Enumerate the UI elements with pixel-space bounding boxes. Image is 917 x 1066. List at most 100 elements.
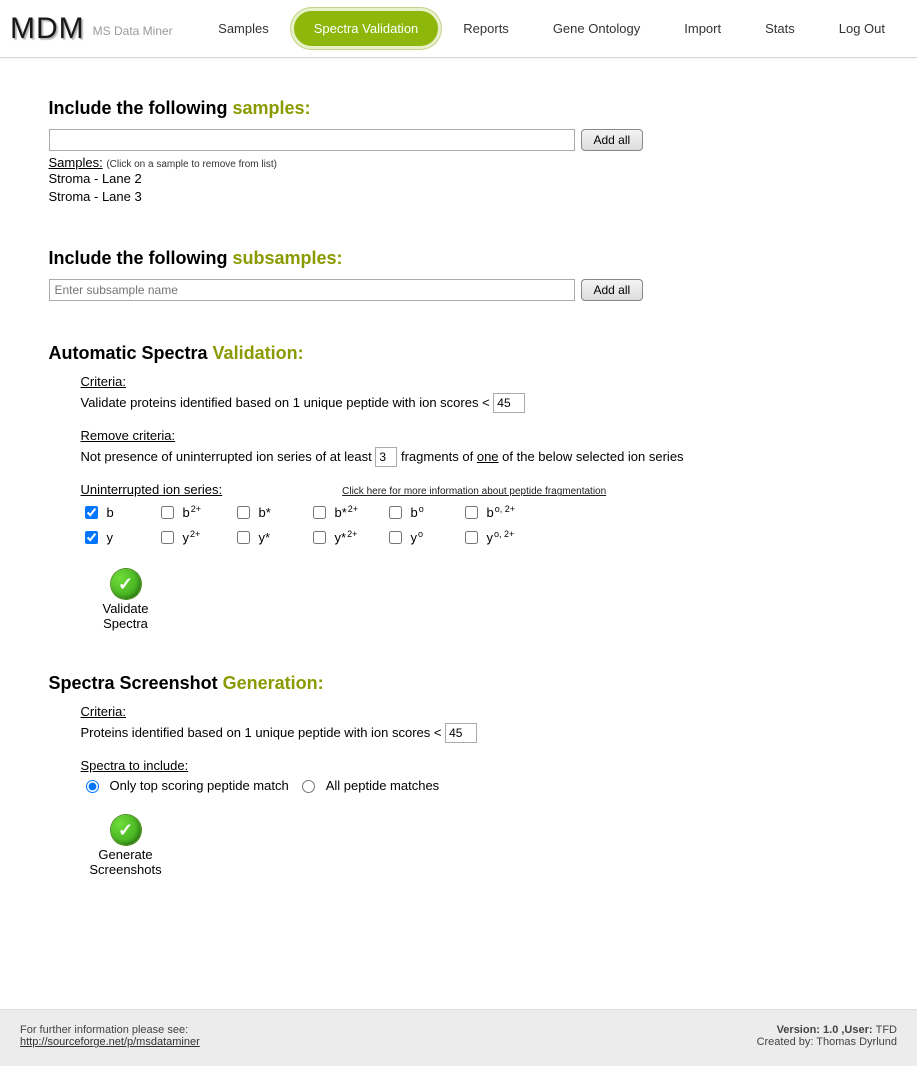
screenshot-ion-score-input[interactable] (445, 723, 477, 743)
criteria-header: Criteria: (81, 374, 127, 389)
ion-checkbox[interactable] (389, 506, 402, 519)
ion-checkbox[interactable] (465, 531, 478, 544)
ion-item-bo2[interactable]: bo, 2+ (461, 503, 511, 522)
footer: For further information please see: http… (0, 1009, 917, 1066)
add-all-subsamples-button[interactable]: Add all (581, 279, 644, 301)
spectra-include-radios: Only top scoring peptide match All pepti… (81, 777, 869, 793)
ion-item-y*2[interactable]: y*2+ (309, 528, 359, 547)
sample-item[interactable]: Stroma - Lane 3 (49, 188, 869, 206)
ion-checkbox[interactable] (313, 506, 326, 519)
ion-label: y* (259, 530, 271, 545)
ion-item-b[interactable]: b (81, 503, 131, 522)
footer-info-link[interactable]: http://sourceforge.net/p/msdataminer (20, 1036, 200, 1048)
app-subtitle: MS Data Miner (93, 24, 173, 38)
ion-item-y[interactable]: y (81, 528, 131, 547)
ion-item-y*[interactable]: y* (233, 528, 283, 547)
validate-label: Validate Spectra (81, 601, 171, 631)
ion-label: b (107, 505, 114, 520)
ion-checkbox[interactable] (465, 506, 478, 519)
ion-checkbox[interactable] (161, 531, 174, 544)
remove-fragments-input[interactable] (375, 447, 397, 467)
generate-label: Generate Screenshots (81, 847, 171, 877)
heading-prefix: Automatic Spectra (49, 343, 213, 363)
remove-text-1: Not presence of uninterrupted ion series… (81, 449, 376, 464)
footer-version-label: Version: 1.0 ,User: (777, 1024, 876, 1036)
heading-prefix: Spectra Screenshot (49, 673, 223, 693)
ion-label: y (107, 530, 114, 545)
ion-item-yo2[interactable]: yo, 2+ (461, 528, 511, 547)
ion-label: b2+ (183, 505, 202, 520)
generate-screenshots-button[interactable]: ✓ Generate Screenshots (81, 815, 171, 877)
samples-input[interactable] (49, 129, 575, 151)
check-icon: ✓ (111, 815, 141, 845)
ion-checkbox[interactable] (161, 506, 174, 519)
logo-text: MDM (10, 12, 85, 45)
remove-criteria-header: Remove criteria: (81, 428, 176, 443)
subsamples-heading: Include the following subsamples: (49, 248, 869, 269)
criteria-text: Validate proteins identified based on 1 … (81, 395, 494, 410)
main-nav: SamplesSpectra ValidationReportsGene Ont… (196, 8, 907, 49)
footer-version-user: TFD (876, 1024, 897, 1036)
heading-prefix: Include the following (49, 248, 233, 268)
validation-section: Automatic Spectra Validation: Criteria: … (49, 343, 869, 631)
ion-checkbox[interactable] (85, 531, 98, 544)
ion-label: yo, 2+ (487, 530, 515, 545)
footer-right: Version: 1.0 ,User: TFD Created by: Thom… (757, 1024, 897, 1048)
screenshot-section: Spectra Screenshot Generation: Criteria:… (49, 673, 869, 877)
heading-prefix: Include the following (49, 98, 233, 118)
ion-checkbox[interactable] (313, 531, 326, 544)
ion-series-header: Uninterrupted ion series: (81, 482, 223, 497)
subsamples-input[interactable] (49, 279, 575, 301)
ion-series-grid: b b2+ b* b*2+ bo bo, 2+ y y2+ y* y*2+ yo yo, 2+ (81, 503, 869, 547)
ion-item-y2[interactable]: y2+ (157, 528, 207, 547)
remove-text-2b: of the below selected ion series (499, 449, 684, 464)
remove-text-2u: one (477, 449, 499, 464)
topbar: MDM MS Data Miner SamplesSpectra Validat… (0, 0, 917, 58)
ion-row: y y2+ y* y*2+ yo yo, 2+ (81, 528, 869, 547)
ion-checkbox[interactable] (237, 506, 250, 519)
radio-all-matches-label: All peptide matches (326, 778, 439, 793)
ion-item-b*[interactable]: b* (233, 503, 283, 522)
ion-item-yo[interactable]: yo (385, 528, 435, 547)
ion-item-b2[interactable]: b2+ (157, 503, 207, 522)
heading-accent: samples: (233, 98, 311, 118)
ion-label: y2+ (183, 530, 201, 545)
criteria-ion-score-input[interactable] (493, 393, 525, 413)
samples-list-hint: (Click on a sample to remove from list) (106, 159, 277, 170)
logo: MDM (10, 12, 85, 46)
footer-left: For further information please see: http… (20, 1024, 200, 1048)
heading-accent: Generation: (223, 673, 324, 693)
ion-label: bo, 2+ (487, 505, 516, 520)
remove-text-2a: fragments of (401, 449, 477, 464)
ion-label: yo (411, 530, 424, 545)
ion-checkbox[interactable] (237, 531, 250, 544)
add-all-samples-button[interactable]: Add all (581, 129, 644, 151)
nav-item-gene-ontology[interactable]: Gene Ontology (531, 11, 662, 46)
main-content: Include the following samples: Add all S… (49, 58, 869, 979)
screenshot-criteria-text: Proteins identified based on 1 unique pe… (81, 725, 446, 740)
ion-item-b*2[interactable]: b*2+ (309, 503, 359, 522)
radio-top-scoring[interactable] (86, 780, 99, 793)
nav-item-samples[interactable]: Samples (196, 11, 291, 46)
samples-list-header-row: Samples: (Click on a sample to remove fr… (49, 155, 869, 170)
samples-section: Include the following samples: Add all S… (49, 98, 869, 206)
nav-item-import[interactable]: Import (662, 11, 743, 46)
radio-all-matches[interactable] (302, 780, 315, 793)
samples-list: Stroma - Lane 2Stroma - Lane 3 (49, 170, 869, 206)
nav-item-log-out[interactable]: Log Out (817, 11, 907, 46)
spectra-include-header: Spectra to include: (81, 758, 189, 773)
ion-checkbox[interactable] (389, 531, 402, 544)
heading-accent: Validation: (213, 343, 304, 363)
check-icon: ✓ (111, 569, 141, 599)
ion-label: y*2+ (335, 530, 358, 545)
nav-item-stats[interactable]: Stats (743, 11, 817, 46)
ion-label: bo (411, 505, 424, 520)
ion-fragmentation-link[interactable]: Click here for more information about pe… (342, 486, 606, 497)
sample-item[interactable]: Stroma - Lane 2 (49, 170, 869, 188)
ion-checkbox[interactable] (85, 506, 98, 519)
nav-item-reports[interactable]: Reports (441, 11, 531, 46)
validate-spectra-button[interactable]: ✓ Validate Spectra (81, 569, 171, 631)
footer-created-by: Created by: Thomas Dyrlund (757, 1036, 897, 1048)
ion-item-bo[interactable]: bo (385, 503, 435, 522)
nav-item-spectra-validation[interactable]: Spectra Validation (291, 8, 442, 49)
